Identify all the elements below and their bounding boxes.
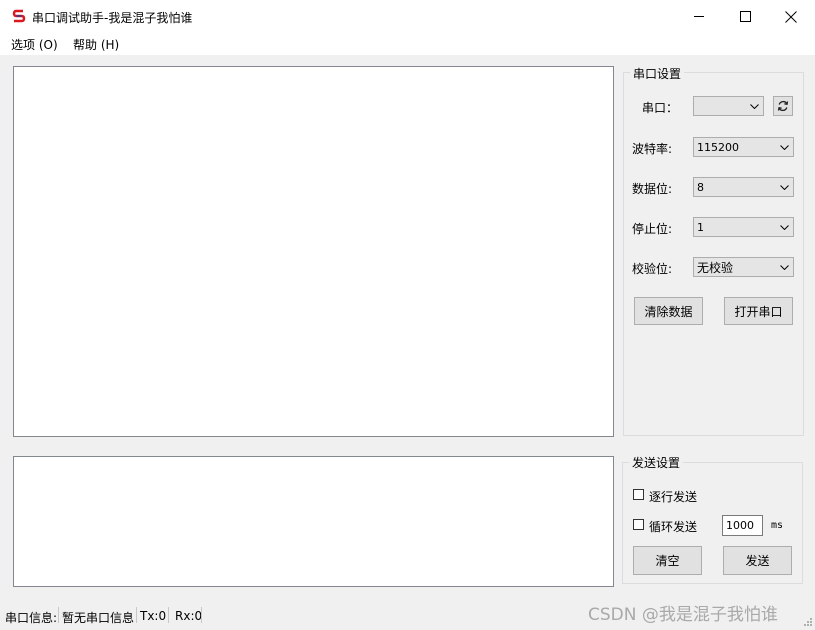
databits-label: 数据位: (632, 182, 673, 196)
databits-select-value: 8 (697, 180, 704, 194)
parity-label: 校验位: (632, 262, 673, 276)
send-settings-title: 发送设置 (629, 454, 684, 471)
baud-select-value: 115200 (697, 140, 739, 154)
chevron-down-icon (775, 178, 793, 196)
status-separator (136, 607, 137, 623)
baud-select[interactable]: 115200 (693, 137, 794, 157)
stopbits-label: 停止位: (632, 222, 673, 236)
maximize-icon (739, 11, 751, 22)
loop-send-checkbox[interactable] (633, 519, 644, 530)
clear-send-button[interactable]: 清空 (633, 546, 702, 575)
minimize-button[interactable] (676, 0, 722, 33)
status-separator (168, 607, 169, 623)
app-logo-icon (12, 9, 26, 23)
baud-label: 波特率: (632, 142, 673, 156)
tx-counter: Tx:0 (140, 609, 167, 623)
refresh-icon (777, 100, 789, 112)
watermark-text: CSDN @我是混子我怕谁 (588, 605, 778, 625)
line-send-checkbox[interactable] (633, 489, 644, 500)
chevron-down-icon (745, 97, 763, 115)
minimize-icon (693, 16, 704, 17)
clear-data-button[interactable]: 清除数据 (634, 297, 703, 325)
menu-help[interactable]: 帮助 (H) (73, 36, 119, 53)
status-info-label: 串口信息: (5, 611, 58, 625)
maximize-button[interactable] (722, 0, 768, 33)
chevron-down-icon (775, 218, 793, 236)
chevron-down-icon (775, 258, 793, 276)
stopbits-select[interactable]: 1 (693, 217, 794, 237)
databits-select[interactable]: 8 (693, 177, 794, 197)
receive-textarea[interactable] (13, 66, 614, 437)
status-info-value: 暂无串口信息 (62, 611, 135, 625)
line-send-label: 逐行发送 (649, 490, 698, 504)
close-icon (785, 10, 797, 23)
port-label: 串口： (642, 101, 679, 115)
menu-bar (0, 33, 815, 55)
chevron-down-icon (775, 138, 793, 156)
close-button[interactable] (768, 0, 814, 33)
resize-grip-icon[interactable] (802, 616, 813, 627)
send-textarea[interactable] (13, 456, 614, 587)
interval-input[interactable]: 1000 (722, 515, 763, 536)
window-title: 串口调试助手-我是混子我怕谁 (32, 11, 193, 25)
menu-options[interactable]: 选项 (O) (11, 36, 58, 53)
interval-unit-label: ms (771, 520, 784, 531)
parity-select[interactable]: 无校验 (693, 257, 794, 277)
rx-counter: Rx:0 (175, 609, 203, 623)
refresh-ports-button[interactable] (773, 96, 793, 116)
status-separator (201, 607, 202, 623)
status-separator (58, 607, 59, 623)
stopbits-select-value: 1 (697, 220, 704, 234)
open-port-button[interactable]: 打开串口 (724, 297, 793, 325)
port-select[interactable] (693, 96, 764, 116)
parity-select-value: 无校验 (697, 260, 734, 275)
send-button[interactable]: 发送 (723, 546, 792, 575)
serial-settings-group (623, 72, 804, 436)
loop-send-label: 循环发送 (649, 520, 698, 534)
serial-settings-title: 串口设置 (630, 65, 685, 82)
